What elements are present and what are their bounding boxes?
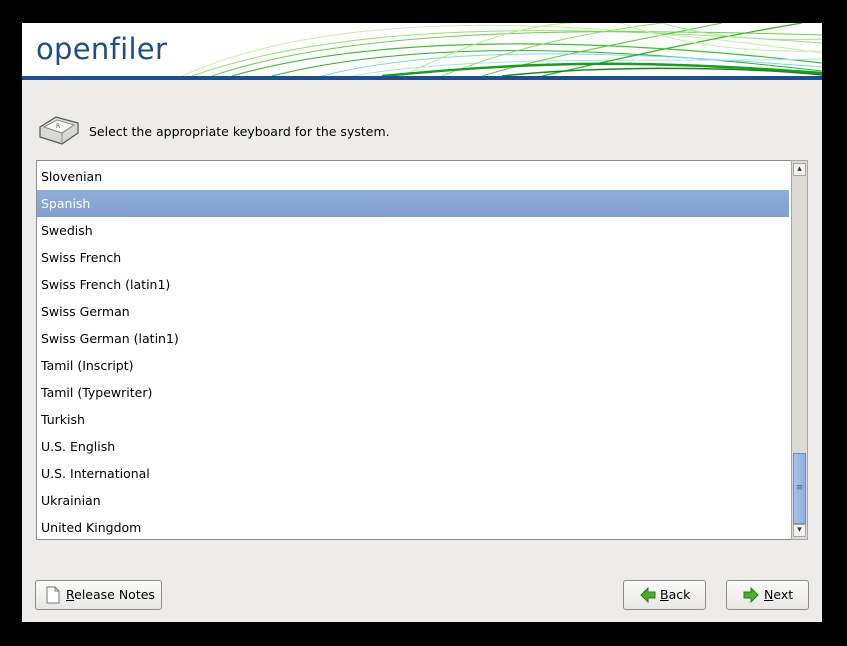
release-notes-label: Release Notes — [66, 587, 155, 602]
list-item[interactable]: Tamil (Typewriter) — [37, 379, 789, 406]
scroll-down-button[interactable]: ▾ — [793, 524, 806, 537]
scroll-up-button[interactable]: ▴ — [793, 163, 806, 176]
list-item[interactable]: Ukrainian — [37, 487, 789, 514]
list-item[interactable]: Slovenian — [37, 163, 789, 190]
openfiler-logo: openfiler — [36, 32, 168, 66]
prompt-text: Select the appropriate keyboard for the … — [89, 124, 390, 139]
back-label: Back — [660, 587, 691, 602]
keyboard-list-rows: Slovenian Spanish Swedish Swiss French Swiss… — [37, 163, 789, 539]
arrow-right-icon — [743, 587, 759, 603]
next-button[interactable]: Next — [726, 580, 809, 610]
list-item[interactable]: Turkish — [37, 406, 789, 433]
list-item[interactable]: Swiss German — [37, 298, 789, 325]
document-icon — [46, 586, 60, 604]
list-item[interactable]: Swiss French — [37, 244, 789, 271]
keyboard-list[interactable]: Slovenian Spanish Swedish Swiss French Swiss… — [36, 160, 807, 540]
back-button[interactable]: Back — [623, 580, 706, 610]
list-item[interactable]: Tamil (Inscript) — [37, 352, 789, 379]
list-item[interactable]: Swiss French (latin1) — [37, 271, 789, 298]
release-notes-button[interactable]: Release Notes — [35, 580, 162, 610]
arrow-left-icon — [640, 587, 656, 603]
next-label: Next — [764, 587, 794, 602]
keyboard-list-scrollbar[interactable]: ▴ ≡ ▾ — [791, 160, 808, 540]
installer-window: openfiler R Select the appropriate keybo… — [22, 23, 822, 622]
list-item[interactable]: United Kingdom — [37, 514, 789, 539]
list-item[interactable]: Swiss German (latin1) — [37, 325, 789, 352]
list-item[interactable]: Swedish — [37, 217, 789, 244]
banner: openfiler — [22, 23, 822, 76]
list-item[interactable]: U.S. International — [37, 460, 789, 487]
scroll-thumb[interactable]: ≡ — [793, 453, 806, 524]
banner-divider — [22, 76, 822, 80]
list-item[interactable]: U.S. English — [37, 433, 789, 460]
svg-text:R: R — [56, 123, 60, 130]
keyboard-key-icon: R — [39, 116, 79, 145]
list-item-selected[interactable]: Spanish — [37, 190, 789, 217]
